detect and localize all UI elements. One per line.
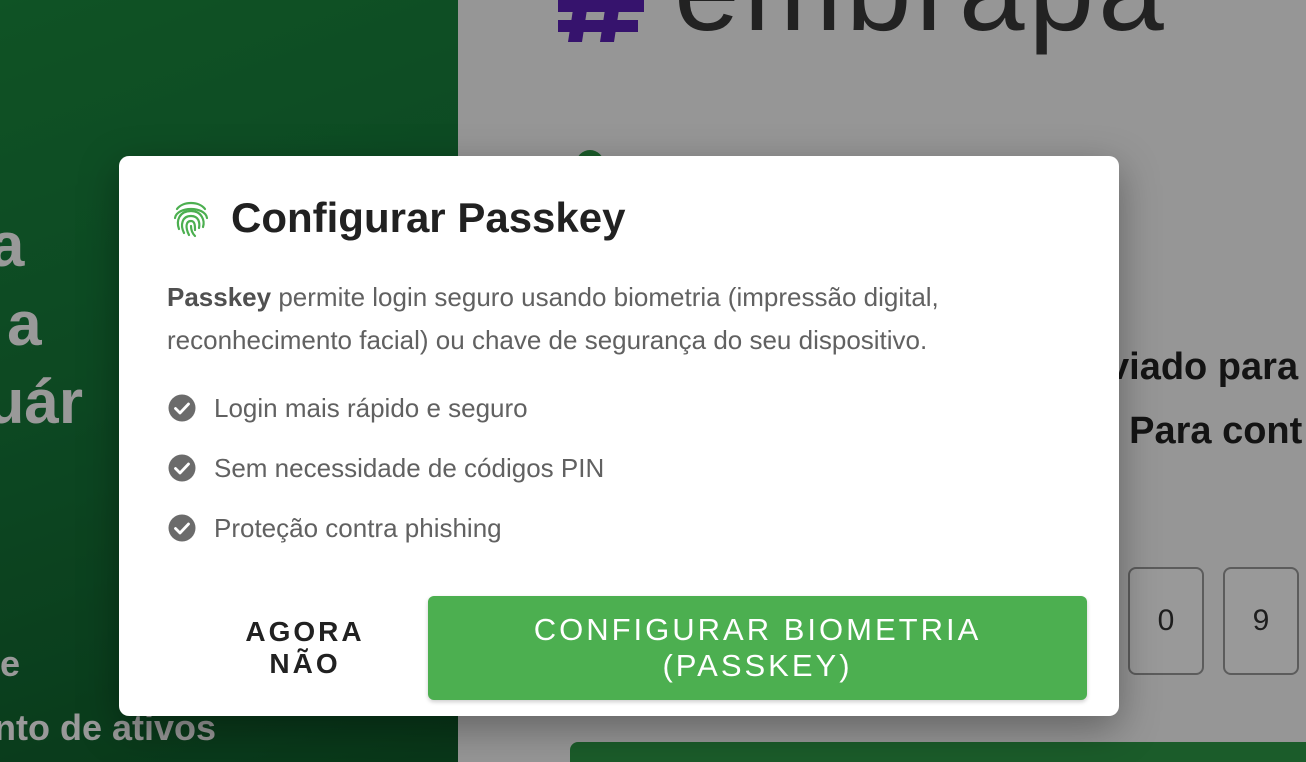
benefit-item: Proteção contra phishing	[167, 498, 604, 558]
fingerprint-icon	[173, 201, 209, 238]
dialog-description: Passkey permite login seguro usando biom…	[167, 276, 1047, 362]
dialog-title: Configurar Passkey	[231, 194, 626, 241]
benefits-list: Login mais rápido e seguro Sem necessida…	[167, 378, 604, 558]
check-circle-icon	[168, 454, 196, 482]
check-circle-icon	[168, 394, 196, 422]
passkey-term: Passkey	[167, 282, 272, 312]
check-circle-icon	[168, 514, 196, 542]
benefit-label: Proteção contra phishing	[214, 512, 502, 543]
benefit-label: Login mais rápido e seguro	[214, 392, 528, 423]
benefit-item: Login mais rápido e seguro	[167, 378, 604, 438]
description-text: permite login seguro usando biometria (i…	[167, 282, 939, 355]
not-now-button[interactable]: AGORA NÃO	[199, 596, 411, 700]
benefit-label: Sem necessidade de códigos PIN	[214, 452, 605, 483]
setup-biometrics-button[interactable]: CONFIGURAR BIOMETRIA (PASSKEY)	[428, 596, 1087, 700]
benefit-item: Sem necessidade de códigos PIN	[167, 438, 604, 498]
passkey-dialog: Configurar Passkey Passkey permite login…	[119, 156, 1119, 716]
dialog-header: Configurar Passkey	[169, 196, 626, 240]
